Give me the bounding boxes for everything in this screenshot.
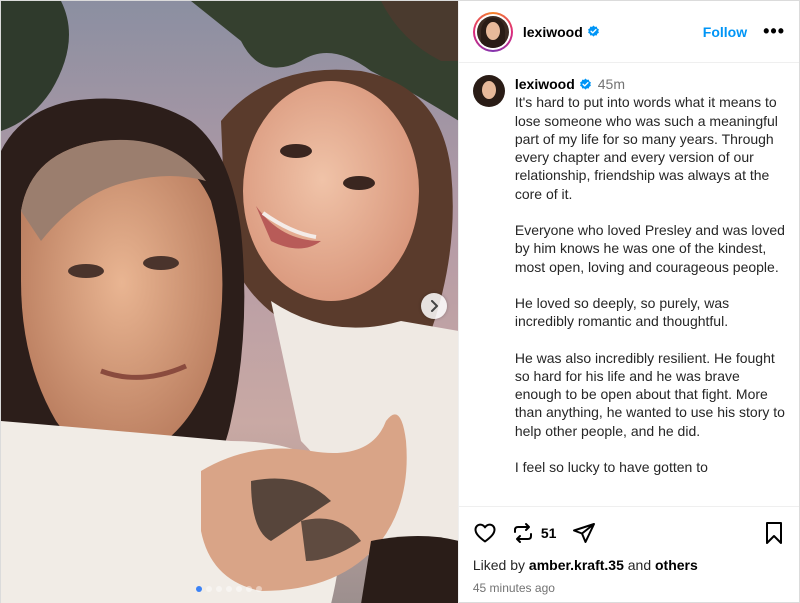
verified-icon [579, 78, 592, 91]
follow-button[interactable]: Follow [703, 24, 747, 40]
caption-paragraph: He was also incredibly resilient. He fou… [514, 349, 785, 439]
avatar[interactable] [472, 11, 513, 52]
caption-username[interactable]: lexiwood [515, 76, 575, 92]
action-bar: 51 Liked by amber.kraft.35 and others 45… [458, 506, 799, 603]
caption: lexiwood 45m It's hard to put into words … [472, 75, 785, 494]
liked-others-link[interactable]: others [655, 557, 698, 573]
save-button[interactable] [763, 521, 785, 545]
heart-icon [474, 523, 496, 543]
bookmark-icon [766, 522, 782, 544]
repost-icon [513, 523, 532, 543]
like-button[interactable] [473, 521, 497, 545]
instagram-post: lexiwood Follow ••• lexiwood 45m It's har… [0, 0, 800, 603]
repost-button[interactable] [511, 521, 535, 545]
verified-icon [587, 25, 600, 38]
carousel-dot [196, 586, 203, 592]
post-header: lexiwood Follow ••• [458, 1, 799, 63]
post-photo[interactable] [1, 1, 458, 603]
more-icon[interactable]: ••• [763, 21, 785, 42]
carousel-dot [216, 586, 223, 592]
carousel-dot [256, 586, 263, 592]
caption-timestamp: 45m [597, 76, 625, 92]
share-icon [573, 523, 596, 543]
chevron-right-icon [431, 300, 438, 312]
repost-count: 51 [540, 525, 557, 541]
carousel-dot [246, 586, 253, 592]
post-timestamp[interactable]: 45 minutes ago [473, 581, 785, 595]
caption-text: lexiwood 45m It's hard to put into words … [515, 75, 785, 494]
carousel-dot [206, 586, 213, 592]
carousel-dot [236, 586, 243, 592]
caption-avatar[interactable] [472, 75, 505, 107]
couple-selfie-image [1, 1, 458, 603]
carousel-indicator [1, 586, 458, 592]
liked-and: and [627, 557, 652, 573]
carousel-dot [226, 586, 233, 592]
header-username[interactable]: lexiwood [523, 24, 583, 40]
caption-paragraph: He loved so deeply, so purely, was incre… [514, 294, 730, 330]
carousel-next-button[interactable] [421, 293, 447, 319]
caption-paragraph: It's hard to put into words what it mean… [514, 94, 778, 202]
liked-prefix: Liked by [472, 557, 526, 573]
caption-paragraph: I feel so lucky to have gotten to [514, 459, 708, 476]
post-sidebar: lexiwood Follow ••• lexiwood 45m It's har… [457, 1, 799, 603]
likes-summary: Liked by amber.kraft.35 and others [473, 557, 785, 573]
share-button[interactable] [572, 521, 596, 545]
liked-user-link[interactable]: amber.kraft.35 [529, 557, 624, 573]
caption-paragraph: Everyone who loved Presley and was loved… [514, 222, 785, 275]
caption-area: lexiwood 45m It's hard to put into words … [458, 63, 799, 506]
